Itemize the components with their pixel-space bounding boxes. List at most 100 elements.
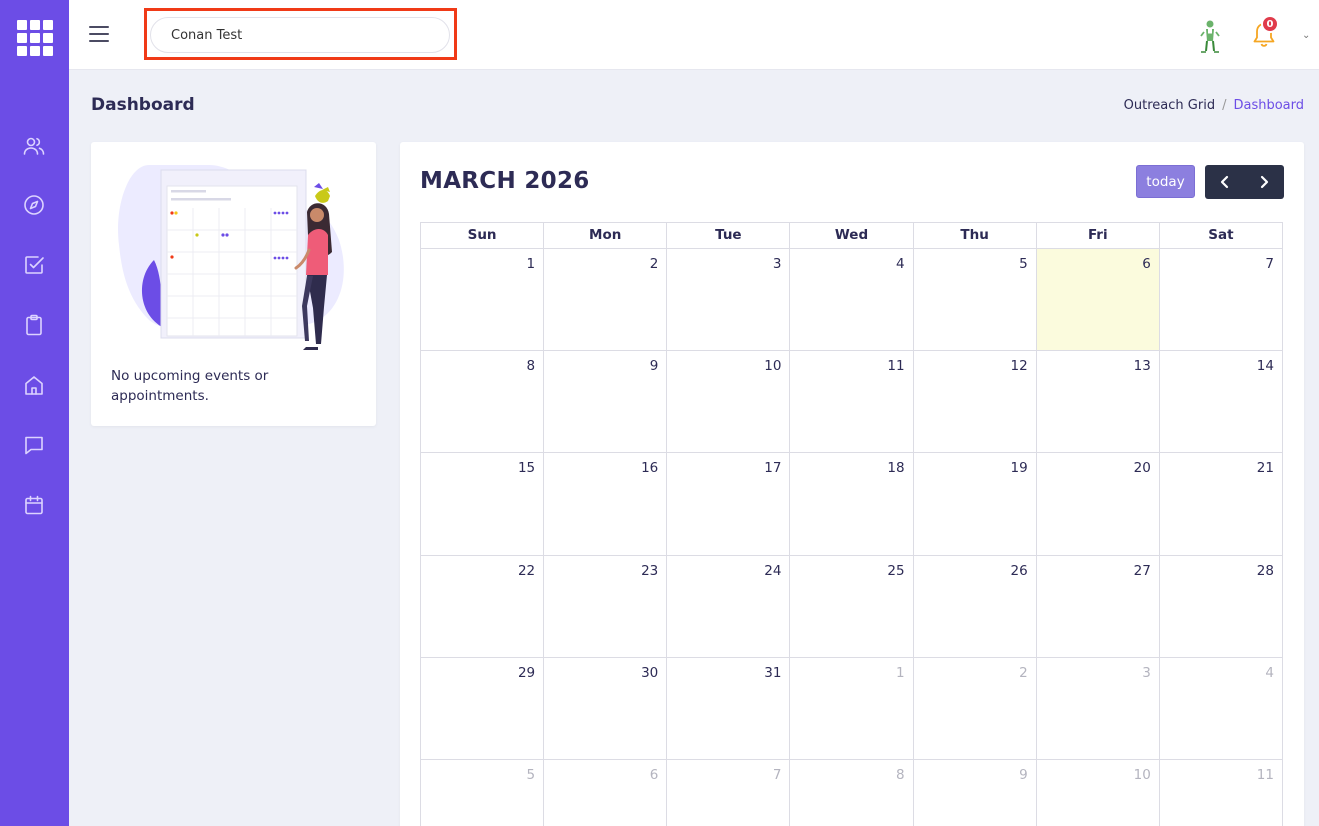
chat-icon[interactable] <box>20 431 48 459</box>
checkbox-icon[interactable] <box>20 251 48 279</box>
day-number[interactable]: 22 <box>518 563 535 579</box>
day-number[interactable]: 13 <box>1134 358 1151 374</box>
calendar-day-cell[interactable]: 20 <box>1036 453 1160 556</box>
calendar-day-cell[interactable]: 14 <box>1159 351 1283 454</box>
calendar-day-cell[interactable]: 8 <box>421 351 545 454</box>
day-number[interactable]: 17 <box>764 460 781 476</box>
calendar-day-cell[interactable]: 11 <box>790 351 914 454</box>
day-number[interactable]: 2 <box>1019 665 1028 681</box>
calendar-day-cell[interactable]: 7 <box>1159 249 1283 352</box>
calendar-day-cell[interactable]: 29 <box>421 657 545 760</box>
day-number[interactable]: 4 <box>1265 665 1274 681</box>
calendar-day-cell[interactable]: 27 <box>1036 555 1160 658</box>
day-number[interactable]: 6 <box>1142 256 1151 272</box>
day-number[interactable]: 19 <box>1011 460 1028 476</box>
prev-month-button[interactable] <box>1205 165 1245 199</box>
calendar-day-cell[interactable]: 15 <box>421 453 545 556</box>
calendar-day-cell[interactable]: 31 <box>667 657 791 760</box>
day-number[interactable]: 28 <box>1257 563 1274 579</box>
day-number[interactable]: 1 <box>896 665 905 681</box>
chevron-down-icon[interactable]: ⌄ <box>1302 30 1310 41</box>
calendar-day-cell[interactable]: 2 <box>544 249 668 352</box>
day-number[interactable]: 7 <box>1265 256 1274 272</box>
avatar[interactable] <box>1195 18 1225 54</box>
calendar-day-cell[interactable]: 18 <box>790 453 914 556</box>
calendar-day-cell[interactable]: 28 <box>1159 555 1283 658</box>
calendar-day-cell[interactable]: 9 <box>544 351 668 454</box>
day-number[interactable]: 4 <box>896 256 905 272</box>
day-number[interactable]: 18 <box>887 460 904 476</box>
day-number[interactable]: 1 <box>527 256 536 272</box>
day-number[interactable]: 11 <box>887 358 904 374</box>
app-grid-icon[interactable] <box>17 20 53 56</box>
calendar-day-cell[interactable]: 16 <box>544 453 668 556</box>
calendar-day-cell[interactable]: 10 <box>667 351 791 454</box>
calendar-day-cell[interactable]: 1 <box>421 249 545 352</box>
calendar-day-cell[interactable]: 21 <box>1159 453 1283 556</box>
day-number[interactable]: 10 <box>1134 767 1151 783</box>
next-month-button[interactable] <box>1245 165 1285 199</box>
today-button[interactable]: today <box>1136 165 1195 198</box>
day-number[interactable]: 5 <box>527 767 536 783</box>
day-number[interactable]: 10 <box>764 358 781 374</box>
calendar-day-cell[interactable]: 3 <box>1036 657 1160 760</box>
calendar-day-cell[interactable]: 11 <box>1160 759 1283 826</box>
day-number[interactable]: 29 <box>518 665 535 681</box>
day-number[interactable]: 5 <box>1019 256 1028 272</box>
day-number[interactable]: 7 <box>773 767 782 783</box>
day-number[interactable]: 23 <box>641 563 658 579</box>
day-number[interactable]: 3 <box>773 256 782 272</box>
calendar-day-cell[interactable]: 6 <box>544 759 668 826</box>
breadcrumb-item-home[interactable]: Outreach Grid <box>1124 98 1215 113</box>
day-number[interactable]: 15 <box>518 460 535 476</box>
day-number[interactable]: 9 <box>650 358 659 374</box>
calendar-day-cell[interactable]: 5 <box>913 249 1037 352</box>
day-number[interactable]: 3 <box>1142 665 1151 681</box>
day-number[interactable]: 30 <box>641 665 658 681</box>
menu-toggle-icon[interactable] <box>89 26 109 42</box>
calendar-day-cell[interactable]: 26 <box>913 555 1037 658</box>
calendar-day-cell[interactable]: 4 <box>1159 657 1283 760</box>
calendar-day-cell[interactable]: 24 <box>667 555 791 658</box>
calendar-day-cell[interactable]: 23 <box>544 555 668 658</box>
compass-icon[interactable] <box>20 191 48 219</box>
calendar-day-cell[interactable]: 4 <box>790 249 914 352</box>
calendar-day-cell[interactable]: 19 <box>913 453 1037 556</box>
calendar-day-cell[interactable]: 12 <box>913 351 1037 454</box>
day-number[interactable]: 8 <box>527 358 536 374</box>
search-input[interactable] <box>150 17 450 53</box>
calendar-day-cell[interactable]: 2 <box>913 657 1037 760</box>
day-number[interactable]: 9 <box>1019 767 1028 783</box>
calendar-day-cell[interactable]: 1 <box>790 657 914 760</box>
day-number[interactable]: 2 <box>650 256 659 272</box>
calendar-day-cell[interactable]: 5 <box>421 759 545 826</box>
day-number[interactable]: 8 <box>896 767 905 783</box>
calendar-day-cell[interactable]: 8 <box>790 759 914 826</box>
calendar-day-cell[interactable]: 13 <box>1036 351 1160 454</box>
day-number[interactable]: 12 <box>1011 358 1028 374</box>
calendar-day-cell[interactable]: 7 <box>667 759 791 826</box>
day-number[interactable]: 27 <box>1134 563 1151 579</box>
calendar-day-cell[interactable]: 30 <box>544 657 668 760</box>
day-number[interactable]: 14 <box>1257 358 1274 374</box>
day-number[interactable]: 25 <box>887 563 904 579</box>
calendar-day-cell[interactable]: 17 <box>667 453 791 556</box>
clipboard-icon[interactable] <box>20 311 48 339</box>
day-number[interactable]: 6 <box>650 767 659 783</box>
calendar-icon[interactable] <box>20 491 48 519</box>
calendar-day-cell[interactable]: 25 <box>790 555 914 658</box>
calendar-day-cell-today[interactable]: 6 <box>1036 249 1160 352</box>
calendar-day-cell[interactable]: 10 <box>1037 759 1160 826</box>
calendar-day-cell[interactable]: 22 <box>421 555 545 658</box>
day-number[interactable]: 26 <box>1011 563 1028 579</box>
users-icon[interactable] <box>20 132 48 160</box>
day-number[interactable]: 31 <box>764 665 781 681</box>
home-icon[interactable] <box>20 371 48 399</box>
day-number[interactable]: 11 <box>1257 767 1274 783</box>
day-number[interactable]: 21 <box>1257 460 1274 476</box>
day-number[interactable]: 16 <box>641 460 658 476</box>
calendar-day-cell[interactable]: 3 <box>667 249 791 352</box>
day-number[interactable]: 20 <box>1134 460 1151 476</box>
day-number[interactable]: 24 <box>764 563 781 579</box>
calendar-day-cell[interactable]: 9 <box>914 759 1037 826</box>
